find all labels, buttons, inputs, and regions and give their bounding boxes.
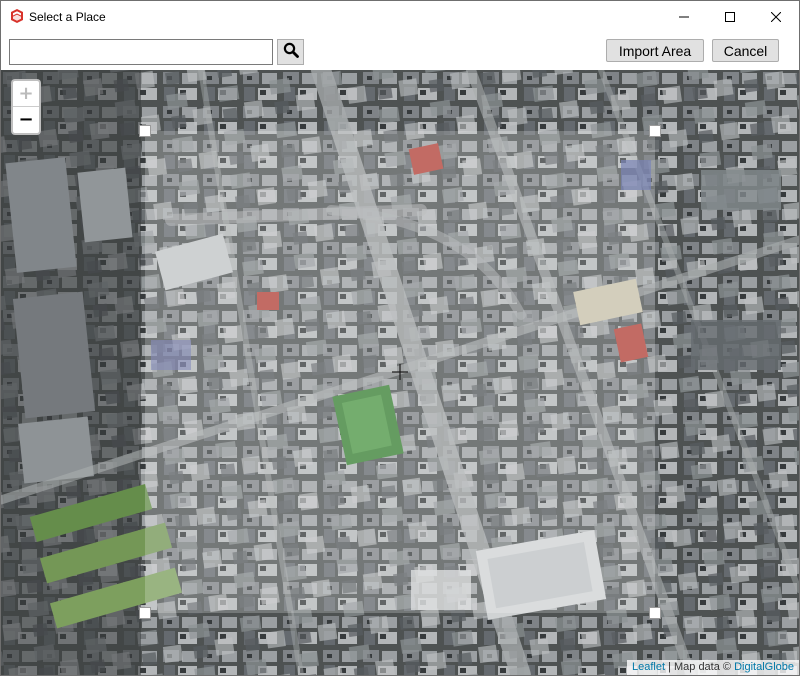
import-area-button[interactable]: Import Area bbox=[606, 39, 704, 62]
digitalglobe-link[interactable]: DigitalGlobe bbox=[734, 661, 794, 673]
minimize-button[interactable] bbox=[661, 1, 707, 32]
satellite-imagery bbox=[1, 70, 799, 675]
sketchup-logo-icon bbox=[10, 9, 24, 23]
map-view[interactable]: + − Leaflet | Map data © DigitalGlobe bbox=[1, 70, 799, 675]
maximize-icon bbox=[725, 11, 735, 22]
map-attribution: Leaflet | Map data © DigitalGlobe bbox=[626, 660, 799, 675]
title-bar: Select a Place bbox=[1, 1, 799, 32]
zoom-control: + − bbox=[11, 79, 41, 135]
zoom-in-button[interactable]: + bbox=[13, 81, 39, 107]
selection-handle-bottom-left[interactable] bbox=[139, 607, 151, 619]
search-icon bbox=[283, 42, 299, 63]
toolbar: Import Area Cancel bbox=[1, 32, 799, 70]
close-button[interactable] bbox=[753, 1, 799, 32]
zoom-out-button[interactable]: − bbox=[13, 107, 39, 133]
selection-handle-bottom-right[interactable] bbox=[649, 607, 661, 619]
close-icon bbox=[771, 11, 781, 22]
attribution-separator: | Map data © bbox=[665, 661, 735, 673]
window-title: Select a Place bbox=[29, 10, 106, 24]
selection-handle-top-right[interactable] bbox=[649, 125, 661, 137]
leaflet-link[interactable]: Leaflet bbox=[632, 661, 665, 673]
search-input[interactable] bbox=[9, 39, 273, 65]
search-button[interactable] bbox=[277, 39, 304, 65]
selection-handle-top-left[interactable] bbox=[139, 125, 151, 137]
maximize-button[interactable] bbox=[707, 1, 753, 32]
cancel-button[interactable]: Cancel bbox=[712, 39, 779, 62]
select-place-dialog: Select a Place Import Area Cancel + − Le… bbox=[0, 0, 800, 676]
minimize-icon bbox=[679, 12, 689, 22]
